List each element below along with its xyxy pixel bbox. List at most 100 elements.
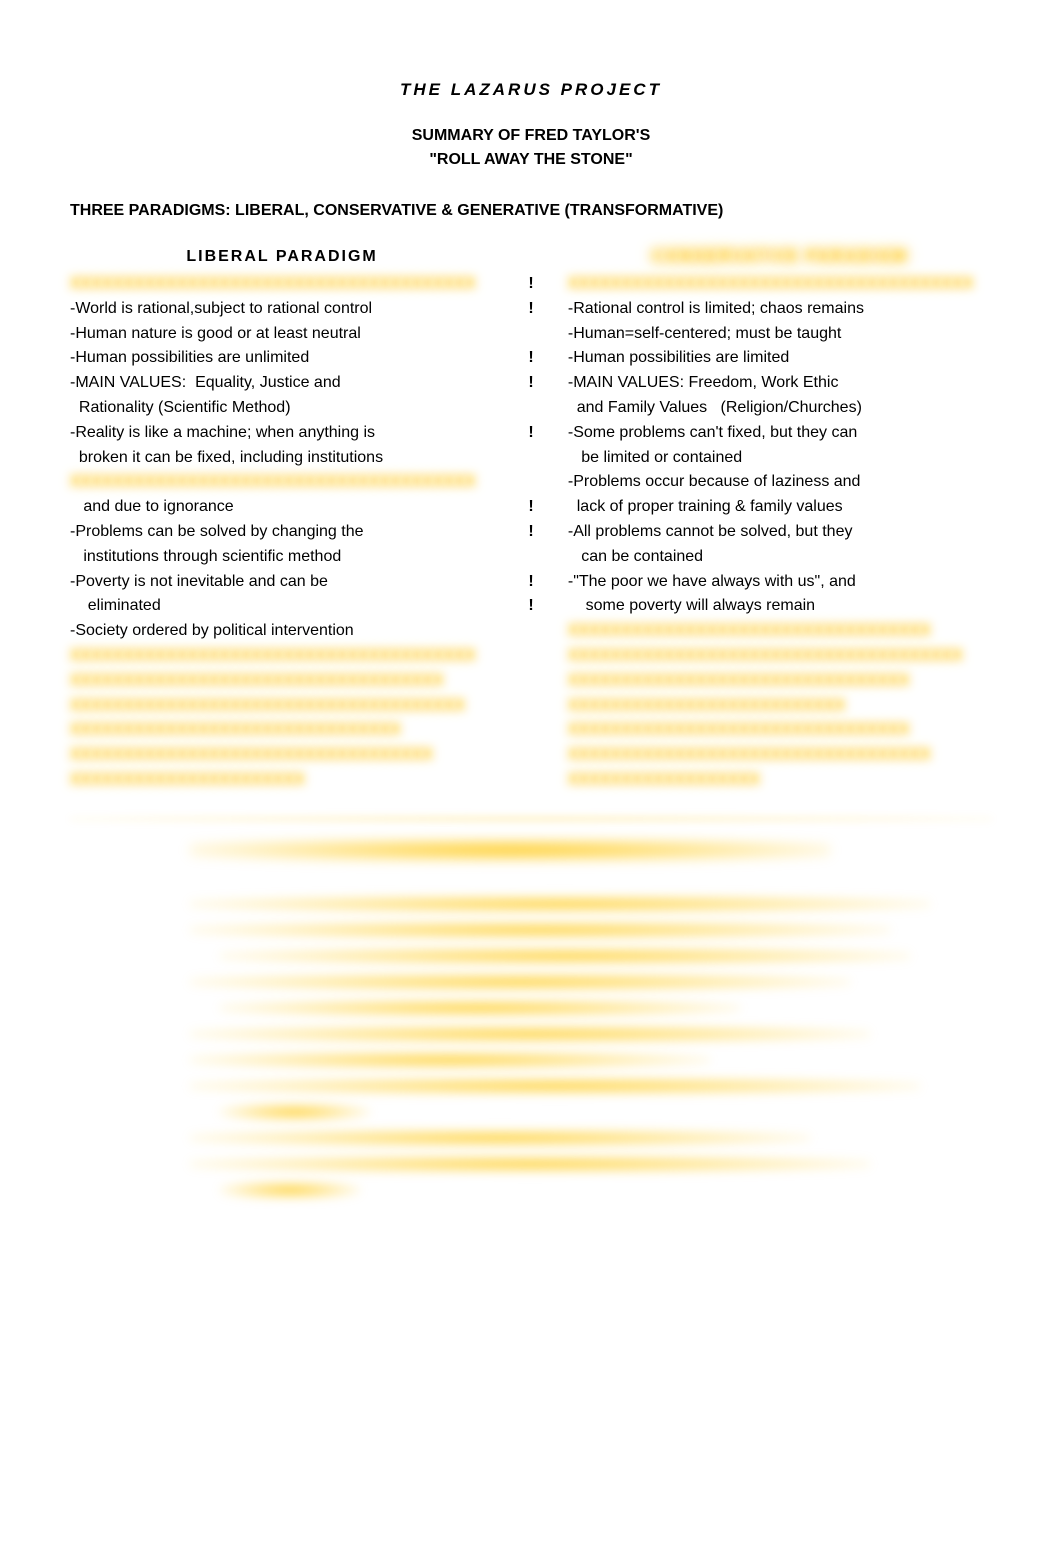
list-item: -Reality is like a machine; when anythin… — [70, 421, 494, 446]
redacted-line — [190, 1155, 950, 1175]
separator-mark — [494, 396, 568, 421]
conservative-column: CONSERVATIVE PARADIGM XXXXXXXXXXXXXXXXXX… — [568, 248, 992, 793]
redacted-line: XXXXXXXXXXXXXXXXXXXXXXXXXXXXXXXX — [568, 669, 992, 694]
list-item: -Some problems can't fixed, but they can — [568, 421, 992, 446]
subtitle-line-1: SUMMARY OF FRED TAYLOR'S — [70, 124, 992, 148]
redacted-bar — [190, 973, 850, 991]
separator-mark — [494, 619, 568, 644]
separator-mark — [494, 718, 568, 743]
list-item: -Human possibilities are unlimited — [70, 346, 494, 371]
redacted-bar — [190, 1025, 870, 1043]
redacted-line — [190, 1103, 950, 1123]
list-item: -Human=self-centered; must be taught — [568, 322, 992, 347]
redacted-line: XXXXXXXXXXXXXXXXXXXXXXXXXXXXXXXXXX — [70, 743, 494, 768]
redacted-line: XXXXXXXXXXXXXXXXXXXXXXXXXXXXXXXXXXXXXX — [70, 272, 494, 297]
separator-mark: ! — [494, 297, 568, 322]
list-item: -World is rational,subject to rational c… — [70, 297, 494, 322]
separator-mark — [494, 470, 568, 495]
list-item: lack of proper training & family values — [568, 495, 992, 520]
subtitle-block: SUMMARY OF FRED TAYLOR'S "ROLL AWAY THE … — [70, 124, 992, 172]
redacted-line: XXXXXXXXXXXXXXXXXXXXXXXXXXXXXXXXXXXXXX — [70, 644, 494, 669]
divider-redacted — [70, 817, 992, 821]
list-item: -All problems cannot be solved, but they — [568, 520, 992, 545]
separator-mark — [494, 768, 568, 793]
column-separator: ! ! ! ! ! ! ! ! ! — [494, 248, 568, 793]
redacted-line: XXXXXXXXXXXXXXXXXXXXXXXXXXXXXXXXXXXXXX — [70, 470, 494, 495]
separator-mark: ! — [494, 570, 568, 595]
redacted-bar — [220, 1103, 370, 1121]
list-item: and due to ignorance — [70, 495, 494, 520]
list-item: -Poverty is not inevitable and can be — [70, 570, 494, 595]
list-item: Rationality (Scientific Method) — [70, 396, 494, 421]
redacted-line — [190, 999, 950, 1019]
list-item: broken it can be fixed, including instit… — [70, 446, 494, 471]
conservative-heading-redacted: CONSERVATIVE PARADIGM — [568, 248, 992, 266]
list-item: -Human nature is good or at least neutra… — [70, 322, 494, 347]
redacted-line — [190, 1077, 950, 1097]
redacted-line: XXXXXXXXXXXXXXXXXXXXXXXXXXXXXXXX — [568, 718, 992, 743]
separator-mark: ! — [494, 346, 568, 371]
separator-mark: ! — [494, 272, 568, 297]
redacted-line — [190, 973, 950, 993]
list-item: some poverty will always remain — [568, 594, 992, 619]
redacted-bar — [190, 921, 890, 939]
page-title: THE LAZARUS PROJECT — [70, 80, 992, 100]
liberal-column: LIBERAL PARADIGM XXXXXXXXXXXXXXXXXXXXXXX… — [70, 248, 494, 793]
separator-mark: ! — [494, 594, 568, 619]
list-item: and Family Values (Religion/Churches) — [568, 396, 992, 421]
separator-mark — [494, 694, 568, 719]
redacted-line: XXXXXXXXXXXXXXXXXXXXXXXXXXXXXXXXXX — [568, 619, 992, 644]
list-item: -Society ordered by political interventi… — [70, 619, 494, 644]
list-item: -MAIN VALUES: Equality, Justice and — [70, 371, 494, 396]
list-item: eliminated — [70, 594, 494, 619]
list-item: -Rational control is limited; chaos rema… — [568, 297, 992, 322]
redacted-bar — [190, 1155, 870, 1173]
separator-mark — [494, 644, 568, 669]
list-item: institutions through scientific method — [70, 545, 494, 570]
redacted-line: XXXXXXXXXXXXXXXXXXXXXX — [70, 768, 494, 793]
redacted-bar — [220, 1181, 360, 1199]
redacted-line — [190, 1129, 950, 1149]
generative-heading-redacted — [190, 839, 830, 861]
redacted-bar — [220, 999, 740, 1017]
liberal-heading: LIBERAL PARADIGM — [70, 248, 494, 266]
redacted-line — [190, 895, 950, 915]
redacted-line: XXXXXXXXXXXXXXXXXXXXXXXXXX — [568, 694, 992, 719]
redacted-line: XXXXXXXXXXXXXXXXXXXXXXXXXXXXXXXXXX — [568, 743, 992, 768]
separator-mark — [494, 446, 568, 471]
redacted-line — [190, 1025, 950, 1045]
redacted-bar — [190, 1129, 810, 1147]
list-item: -Problems occur because of laziness and — [568, 470, 992, 495]
paradigm-columns: LIBERAL PARADIGM XXXXXXXXXXXXXXXXXXXXXXX… — [70, 248, 992, 793]
redacted-line — [190, 921, 950, 941]
redacted-bar — [190, 1051, 710, 1069]
redacted-line: XXXXXXXXXXXXXXXXXX — [568, 768, 992, 793]
redacted-bar — [190, 839, 830, 861]
separator-mark — [494, 322, 568, 347]
redacted-line: XXXXXXXXXXXXXXXXXXXXXXXXXXXXXXXXXXXXX — [568, 644, 992, 669]
separator-mark: ! — [494, 371, 568, 396]
separator-mark — [494, 545, 568, 570]
list-item: can be contained — [568, 545, 992, 570]
separator-mark: ! — [494, 520, 568, 545]
three-paradigms-heading: THREE PARADIGMS: LIBERAL, CONSERVATIVE &… — [70, 202, 992, 220]
separator-mark — [494, 743, 568, 768]
redacted-line: XXXXXXXXXXXXXXXXXXXXXXXXXXXXXXX — [70, 718, 494, 743]
subtitle-line-2: "ROLL AWAY THE STONE" — [70, 148, 992, 172]
separator-mark: ! — [494, 495, 568, 520]
list-item: -Problems can be solved by changing the — [70, 520, 494, 545]
list-item: -"The poor we have always with us", and — [568, 570, 992, 595]
generative-section-redacted — [190, 839, 950, 1201]
separator-mark — [494, 669, 568, 694]
redacted-bar — [220, 947, 910, 965]
redacted-line: XXXXXXXXXXXXXXXXXXXXXXXXXXXXXXXXXXX — [70, 669, 494, 694]
list-item: be limited or contained — [568, 446, 992, 471]
redacted-line: XXXXXXXXXXXXXXXXXXXXXXXXXXXXXXXXXXXXXX — [568, 272, 992, 297]
redacted-bar — [190, 1077, 920, 1095]
list-item: -MAIN VALUES: Freedom, Work Ethic — [568, 371, 992, 396]
redacted-line — [190, 1051, 950, 1071]
list-item: -Human possibilities are limited — [568, 346, 992, 371]
redacted-line: XXXXXXXXXXXXXXXXXXXXXXXXXXXXXXXXXXXXX — [70, 694, 494, 719]
redacted-bar — [190, 895, 930, 913]
redacted-line — [190, 1181, 950, 1201]
